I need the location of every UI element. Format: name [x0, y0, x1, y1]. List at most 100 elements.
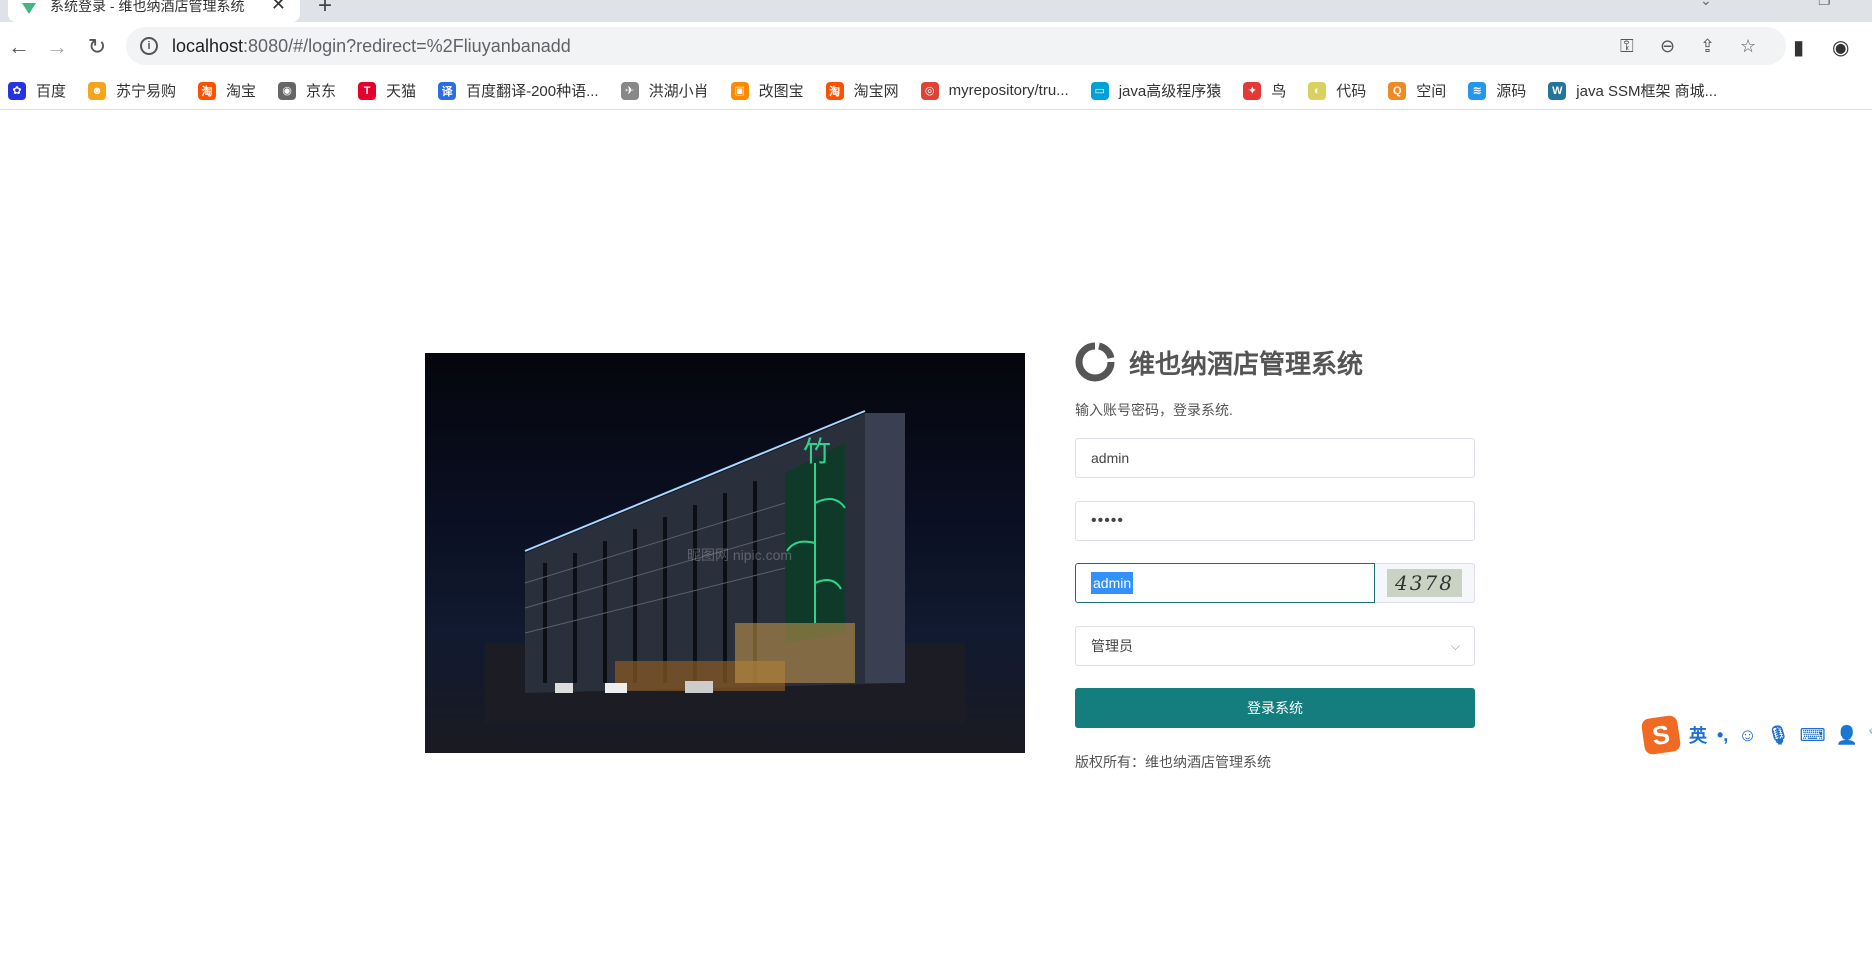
- chrome-icon: ◎: [920, 81, 939, 100]
- bookmark-item[interactable]: Wjava SSM框架 商城...: [1548, 80, 1717, 101]
- back-arrow-icon[interactable]: ←: [4, 32, 34, 62]
- vue-logo-icon: [22, 2, 36, 14]
- bookmark-label: 鸟: [1271, 83, 1287, 100]
- bookmark-item[interactable]: ◉ 京东: [278, 80, 336, 101]
- side-panel-icon[interactable]: ▮: [1793, 35, 1804, 60]
- login-subtitle: 输入账号密码，登录系统.: [1075, 402, 1233, 418]
- hotel-hero-image: 竹 昵图网 nipic.com: [425, 353, 1025, 753]
- bookmark-label: 京东: [306, 83, 337, 100]
- ime-toolbar: S 英 •, ☺ 🎙 ⌨ 👤 👕: [1640, 714, 1872, 756]
- share-icon[interactable]: ⇪: [1700, 36, 1715, 57]
- space-icon: Q: [1388, 81, 1407, 100]
- username-input[interactable]: admin: [1075, 438, 1475, 478]
- browser-toolbar: ← → ↻ i localhost:8080/#/login?redirect=…: [0, 22, 1872, 72]
- bookmark-item[interactable]: 淘淘宝: [198, 80, 256, 101]
- login-panel: 维也纳酒店管理系统 输入账号密码，登录系统. admin ••••• admin…: [1075, 338, 1475, 770]
- role-value: 管理员: [1091, 638, 1133, 654]
- profile-avatar-icon[interactable]: ◉: [1832, 35, 1849, 60]
- bookmark-label: 苏宁易购: [116, 83, 177, 100]
- bookmark-item[interactable]: ◐ 代码: [1308, 80, 1366, 101]
- tab-search-icon[interactable]: ⌄: [1700, 0, 1712, 9]
- reload-icon[interactable]: ↻: [82, 32, 112, 62]
- bookmark-label: 洪湖小肖: [648, 83, 709, 100]
- ime-skin-shirt-icon[interactable]: 👕: [1868, 725, 1872, 746]
- bookmark-label: 百度翻译-200种语...: [466, 83, 599, 100]
- browser-tab[interactable]: 系统登录 - 维也纳酒店管理系统 ✕: [8, 0, 300, 22]
- role-select[interactable]: 管理员 ⌵: [1075, 626, 1475, 666]
- ime-emoji-icon[interactable]: ☺: [1738, 725, 1756, 746]
- bookmark-label: java高级程序猿: [1118, 83, 1222, 100]
- captcha-input-value: admin: [1091, 572, 1134, 594]
- ime-microphone-icon[interactable]: 🎙: [1767, 725, 1790, 746]
- loading-ring-logo-icon: [1075, 342, 1115, 382]
- site-info-icon[interactable]: i: [140, 37, 158, 55]
- forward-arrow-icon[interactable]: →: [42, 32, 72, 62]
- address-bar[interactable]: i localhost:8080/#/login?redirect=%2Fliu…: [126, 27, 1786, 65]
- baidu-paw-icon: ✿: [8, 81, 26, 100]
- bird-icon: ✈: [620, 81, 639, 100]
- bookmark-label: 淘宝网: [853, 83, 899, 100]
- close-tab-icon[interactable]: ✕: [271, 0, 286, 15]
- globe-icon: ◉: [278, 81, 297, 100]
- tab-title: 系统登录 - 维也纳酒店管理系统: [50, 0, 245, 14]
- chevron-down-icon: ⌵: [1450, 638, 1460, 653]
- bookmark-item[interactable]: 淘淘宝网: [825, 80, 899, 101]
- ime-language-toggle[interactable]: 英: [1689, 722, 1707, 748]
- bookmark-label: 空间: [1416, 83, 1447, 100]
- window-restore-icon[interactable]: ❐: [1818, 0, 1831, 9]
- gaitubao-icon: ▣: [730, 81, 749, 100]
- bookmark-label: 改图宝: [758, 83, 804, 100]
- bookmark-label: 源码: [1496, 83, 1527, 100]
- bookmark-label: 天猫: [386, 83, 417, 100]
- url-text[interactable]: localhost:8080/#/login?redirect=%2Fliuya…: [172, 36, 571, 57]
- new-tab-icon[interactable]: +: [318, 0, 332, 20]
- login-submit-button[interactable]: 登录系统: [1075, 688, 1475, 728]
- bookmark-item[interactable]: ◎ myrepository/tru...: [920, 81, 1069, 100]
- ime-user-icon[interactable]: 👤: [1836, 725, 1858, 746]
- bookmark-item[interactable]: ▣ 改图宝: [730, 80, 804, 101]
- bookmark-item[interactable]: ≋ 源码: [1468, 80, 1526, 101]
- password-value: •••••: [1091, 512, 1125, 529]
- taobao-icon: 淘: [198, 81, 217, 100]
- bookmark-label: java SSM框架 商城...: [1576, 83, 1718, 100]
- svg-text:竹: 竹: [803, 435, 831, 468]
- browser-tabstrip: 系统登录 - 维也纳酒店管理系统 ✕ + ⌄ ❐: [0, 0, 1872, 22]
- wordpress-icon: W: [1548, 81, 1567, 100]
- bird-icon: ✦: [1243, 81, 1262, 100]
- bookmark-item[interactable]: ✈ 洪湖小肖: [620, 80, 709, 101]
- bookmark-label: myrepository/tru...: [948, 82, 1069, 99]
- bookmark-item[interactable]: T 天猫: [358, 80, 416, 101]
- password-key-icon[interactable]: ⚿: [1620, 36, 1634, 57]
- zoom-icon[interactable]: ⊖: [1660, 36, 1675, 57]
- system-title: 维也纳酒店管理系统: [1129, 348, 1364, 379]
- bookmark-item[interactable]: Q 空间: [1388, 80, 1446, 101]
- bilibili-icon: ▭: [1090, 81, 1109, 100]
- bookmark-item[interactable]: ✦ 鸟: [1243, 80, 1286, 101]
- username-value: admin: [1091, 450, 1130, 466]
- password-input[interactable]: •••••: [1075, 501, 1475, 541]
- captcha-image[interactable]: 4378: [1375, 563, 1475, 603]
- captcha-code: 4378: [1387, 569, 1462, 597]
- tmall-icon: T: [358, 81, 377, 100]
- suning-icon: ☻: [88, 81, 107, 100]
- bookmark-item[interactable]: ✿ 百度: [8, 80, 66, 101]
- ime-keyboard-icon[interactable]: ⌨: [1800, 725, 1826, 746]
- captcha-input[interactable]: admin: [1075, 563, 1375, 603]
- taobao-icon: 淘: [825, 81, 844, 100]
- bookmarks-bar: ✿ 百度 ☻ 苏宁易购淘淘宝 ◉ 京东 T 天猫译百度翻译-200种语... ✈ 洪湖小肖 ▣ 改图宝…: [0, 72, 1872, 110]
- bookmark-item[interactable]: ▭ java高级程序猿: [1090, 80, 1222, 101]
- copyright-text: 版权所有：维也纳酒店管理系统: [1075, 754, 1271, 770]
- bookmark-item[interactable]: 译百度翻译-200种语...: [438, 80, 599, 101]
- bookmark-label: 淘宝: [226, 83, 257, 100]
- brand-header: 维也纳酒店管理系统: [1075, 338, 1475, 386]
- translate-icon: 译: [438, 81, 457, 100]
- bookmark-label: 代码: [1336, 83, 1367, 100]
- bookmark-star-icon[interactable]: ☆: [1740, 36, 1756, 57]
- docker-icon: ≋: [1468, 81, 1487, 100]
- sogou-logo-icon[interactable]: S: [1640, 714, 1682, 756]
- image-watermark: 昵图网 nipic.com: [687, 547, 793, 563]
- bookmark-label: 百度: [36, 83, 67, 100]
- bookmark-item[interactable]: ☻ 苏宁易购: [88, 80, 176, 101]
- code-icon: ◐: [1308, 81, 1327, 100]
- ime-punctuation-icon[interactable]: •,: [1717, 725, 1728, 746]
